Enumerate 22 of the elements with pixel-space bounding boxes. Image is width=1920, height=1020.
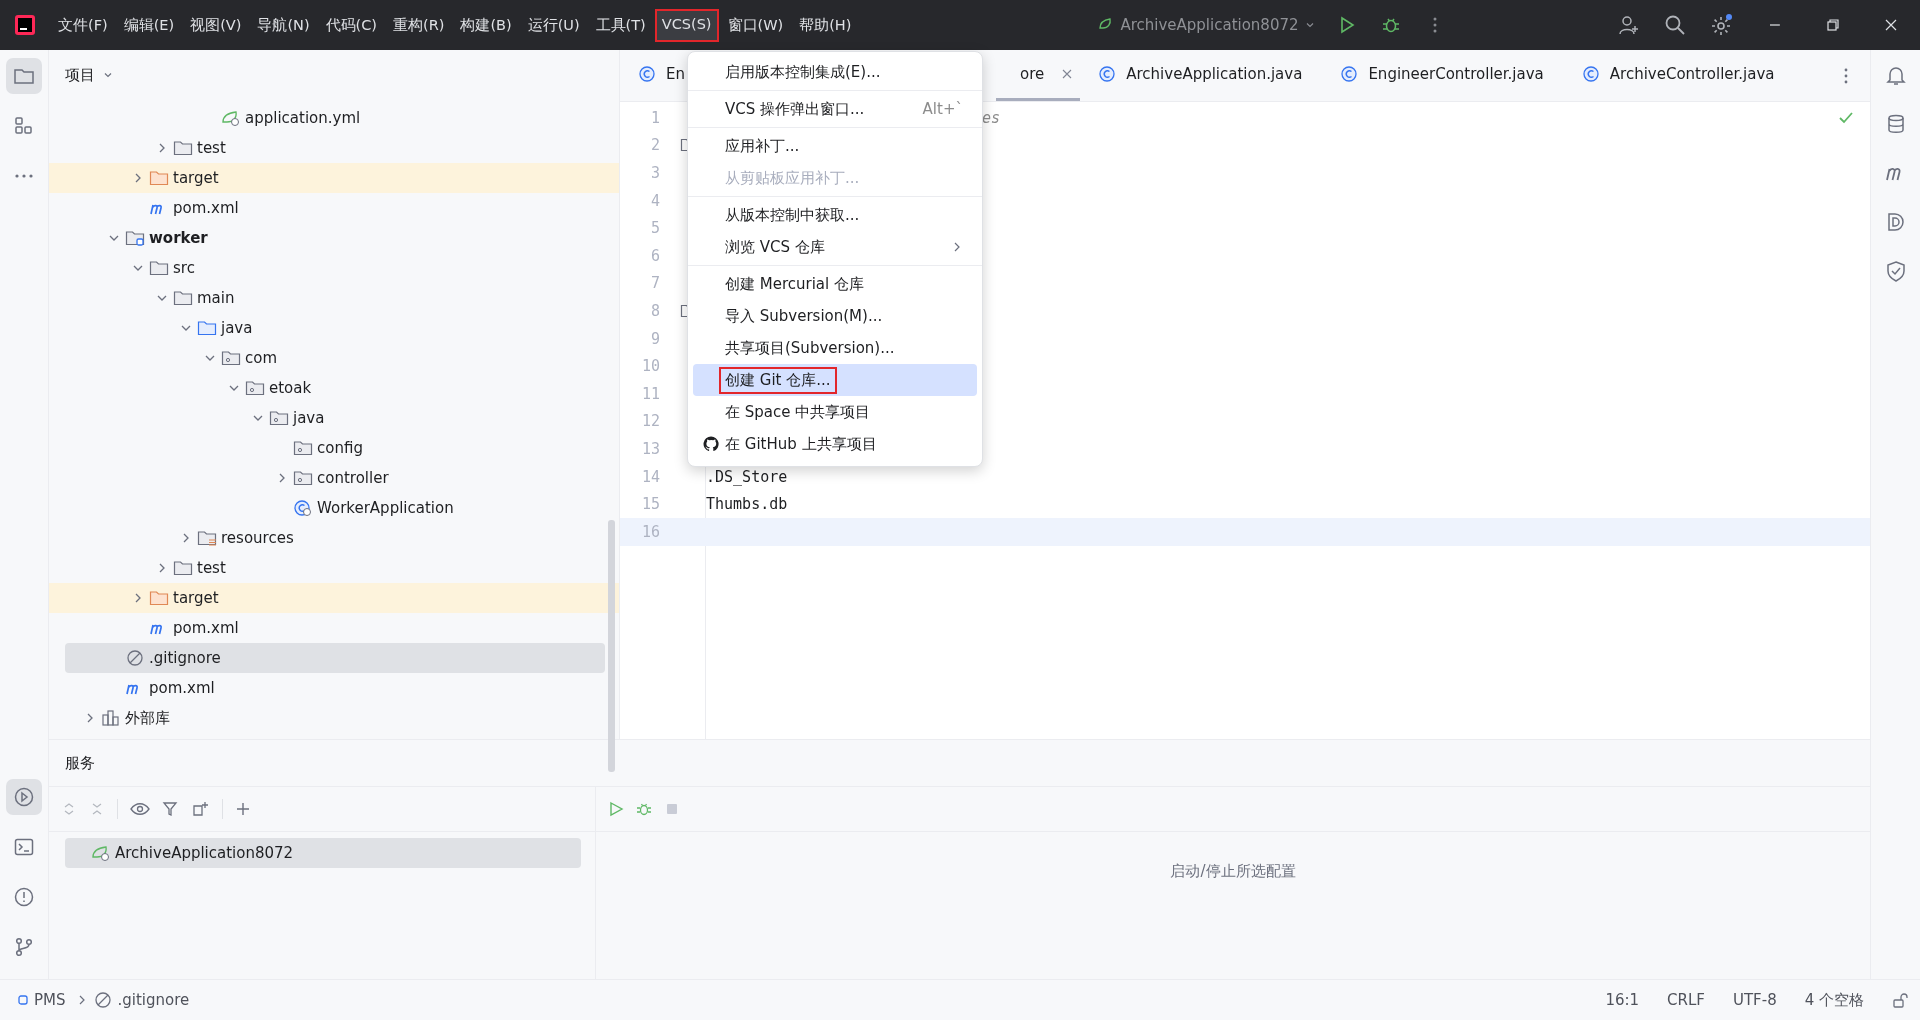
line-number: 9 <box>649 329 660 348</box>
empty-hint: 启动/停止所选配置 <box>1170 862 1296 882</box>
line-number: 8 <box>649 301 660 320</box>
line-number: 16 <box>640 522 660 541</box>
line-number: 6 <box>649 246 660 265</box>
line-number: 10 <box>640 357 660 376</box>
line-number: 4 <box>649 191 660 210</box>
code-text: Thumbs.db <box>706 495 788 514</box>
panel-title: 服务 <box>65 753 95 773</box>
line-number: 13 <box>640 439 660 458</box>
code-text: .DS_Store <box>706 467 788 486</box>
line-number: 7 <box>649 274 660 293</box>
line-number: 11 <box>640 384 660 403</box>
shortcut-hint: Alt+` <box>922 100 963 118</box>
line-number: 2 <box>649 136 660 155</box>
line-number: 3 <box>649 164 660 182</box>
line-number: 14 <box>640 467 660 486</box>
line-number: 15 <box>640 495 660 514</box>
line-number: 1 <box>649 108 660 127</box>
line-number: 5 <box>649 219 660 238</box>
line-number: 12 <box>640 412 660 431</box>
code-text: es <box>982 108 1001 127</box>
